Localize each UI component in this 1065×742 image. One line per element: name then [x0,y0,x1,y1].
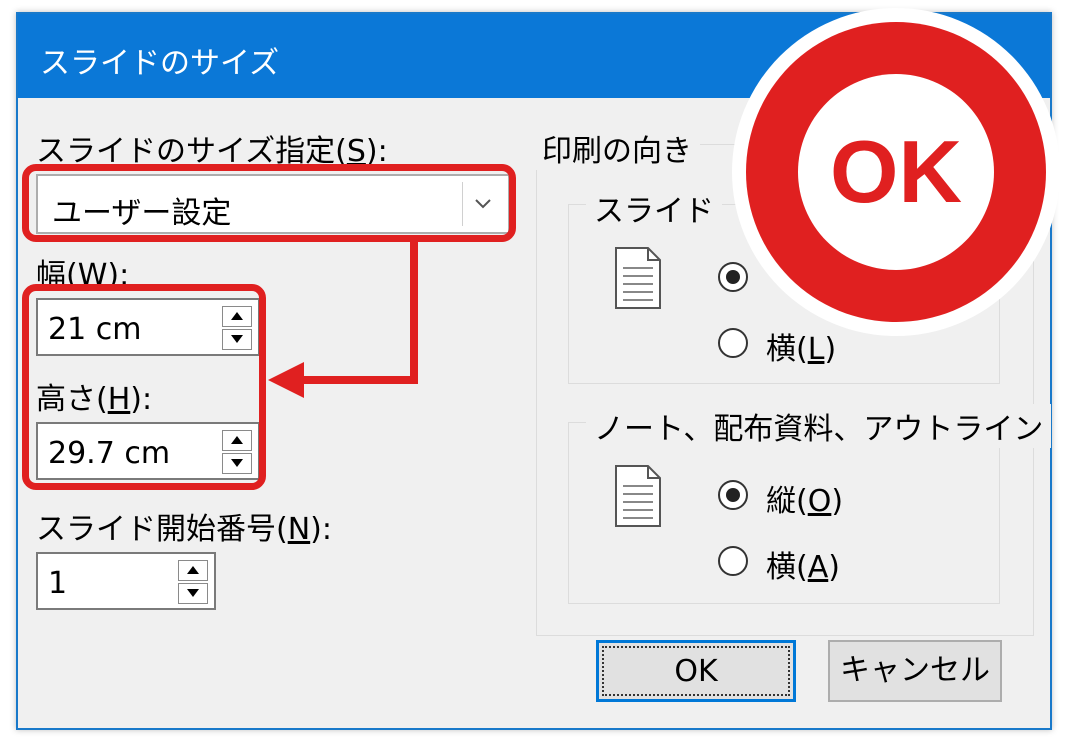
dialog-title: スライドのサイズ [40,46,280,81]
page-icon [615,247,661,309]
start-down-button[interactable] [178,583,208,604]
start-number-value: 1 [48,566,68,601]
ok-badge-text: OK [830,122,962,221]
cancel-button[interactable]: キャンセル [828,640,1002,702]
start-number-spinner[interactable]: 1 [36,552,216,610]
notes-group-title: ノート、配布資料、アウトライン [586,404,1052,448]
page-icon [615,465,661,527]
triangle-down-icon [187,589,199,597]
notes-portrait-radio[interactable] [718,480,748,510]
slides-group-title: スライド [586,186,722,230]
highlight-size-dropdown [22,164,516,242]
notes-landscape-radio[interactable] [718,546,748,576]
orientation-group-title: 印刷の向き [534,126,700,170]
notes-portrait-label: 縦(O) [766,484,844,519]
ok-badge-icon: OK [732,8,1060,336]
ok-button[interactable]: OK [596,640,796,702]
triangle-up-icon [187,566,199,574]
start-number-label: スライド開始番号(N): [36,512,332,547]
notes-landscape-label: 横(A) [766,550,840,585]
start-up-button[interactable] [178,560,208,581]
highlight-dimension-fields [22,284,266,490]
